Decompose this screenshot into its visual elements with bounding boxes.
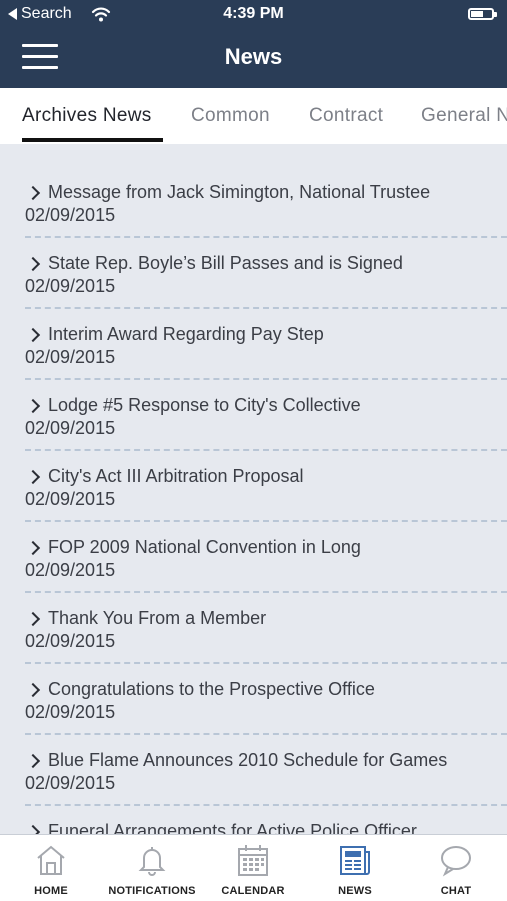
nav-chat-label: CHAT (440, 885, 472, 897)
news-title: Congratulations to the Prospective Offic… (48, 679, 375, 699)
nav-chat[interactable]: CHAT (406, 841, 506, 901)
divider (25, 733, 507, 735)
news-date: 02/09/2015 (25, 418, 116, 438)
nav-notifications[interactable]: NOTIFICATIONS (102, 841, 202, 901)
chevron-right-icon (25, 611, 41, 627)
news-title: State Rep. Boyle’s Bill Passes and is Si… (48, 253, 403, 273)
news-date: 02/09/2015 (25, 205, 116, 225)
news-list-item[interactable]: State Rep. Boyle’s Bill Passes and is Si… (0, 253, 507, 324)
divider (25, 236, 507, 238)
category-tabs: Archives News Common Contract General Ne… (0, 88, 507, 144)
tab-contract[interactable]: Contract (309, 105, 383, 127)
calendar-icon (238, 845, 268, 876)
chat-bubble-icon (441, 846, 471, 877)
news-date: 02/09/2015 (25, 702, 116, 722)
news-list-item[interactable]: Funeral Arrangements for Active Police O… (0, 821, 507, 834)
news-title: Funeral Arrangements for Active Police O… (48, 821, 417, 834)
tab-common[interactable]: Common (191, 105, 270, 127)
news-list-item[interactable]: Blue Flame Announces 2010 Schedule for G… (0, 750, 507, 821)
home-icon (37, 845, 65, 875)
news-date: 02/09/2015 (25, 276, 116, 296)
nav-calendar-label: CALENDAR (221, 885, 285, 897)
news-date: 02/09/2015 (25, 489, 116, 509)
nav-calendar[interactable]: CALENDAR (203, 841, 303, 901)
chevron-right-icon (25, 469, 41, 485)
top-bar: Search 4:39 PM News (0, 0, 507, 88)
newspaper-icon (340, 846, 370, 875)
tab-general-news[interactable]: General News (421, 105, 507, 127)
news-title: City's Act III Arbitration Proposal (48, 466, 304, 486)
bell-icon (138, 847, 166, 876)
status-time: 4:39 PM (223, 5, 284, 22)
news-title: Thank You From a Member (48, 608, 267, 628)
status-bar: Search 4:39 PM (0, 0, 507, 30)
divider (25, 520, 507, 522)
news-title: Lodge #5 Response to City's Collective (48, 395, 361, 415)
divider (25, 662, 507, 664)
news-list-item[interactable]: Interim Award Regarding Pay Step 02/09/2… (0, 324, 507, 395)
page-title: News (224, 44, 283, 69)
divider (25, 449, 507, 451)
nav-home[interactable]: HOME (1, 841, 101, 901)
chevron-right-icon (25, 327, 41, 343)
chevron-right-icon (25, 540, 41, 556)
news-date: 02/09/2015 (25, 631, 116, 651)
bottom-navigation: HOME NOTIFICATIONS CALENDAR NEWS CHAT (0, 834, 507, 901)
news-title: Blue Flame Announces 2010 Schedule for G… (48, 750, 448, 770)
news-list[interactable]: Message from Jack Simington, National Tr… (0, 144, 507, 834)
active-tab-indicator (22, 138, 163, 142)
news-title: Message from Jack Simington, National Tr… (48, 182, 431, 202)
news-date: 02/09/2015 (25, 773, 116, 793)
chevron-right-icon (25, 398, 41, 414)
chevron-right-icon (25, 682, 41, 698)
chevron-right-icon (25, 185, 41, 201)
battery-icon (468, 8, 497, 20)
divider (25, 804, 507, 806)
chevron-right-icon (25, 753, 41, 769)
nav-news[interactable]: NEWS (305, 841, 405, 901)
news-list-item[interactable]: Lodge #5 Response to City's Collective 0… (0, 395, 507, 466)
news-date: 02/09/2015 (25, 560, 116, 580)
news-title: FOP 2009 National Convention in Long (48, 537, 361, 557)
news-list-item[interactable]: Message from Jack Simington, National Tr… (0, 182, 507, 253)
divider (25, 378, 507, 380)
tab-archives-news[interactable]: Archives News (22, 105, 152, 127)
news-list-item[interactable]: City's Act III Arbitration Proposal 02/0… (0, 466, 507, 537)
nav-notifications-label: NOTIFICATIONS (108, 885, 196, 897)
news-date: 02/09/2015 (25, 347, 116, 367)
news-list-item[interactable]: Congratulations to the Prospective Offic… (0, 679, 507, 750)
news-list-item[interactable]: FOP 2009 National Convention in Long 02/… (0, 537, 507, 608)
news-list-item[interactable]: Thank You From a Member 02/09/2015 (0, 608, 507, 679)
chevron-right-icon (25, 824, 41, 834)
nav-home-label: HOME (34, 885, 68, 897)
chevron-right-icon (25, 256, 41, 272)
divider (25, 591, 507, 593)
nav-news-label: NEWS (338, 885, 372, 897)
news-title: Interim Award Regarding Pay Step (48, 324, 324, 344)
divider (25, 307, 507, 309)
